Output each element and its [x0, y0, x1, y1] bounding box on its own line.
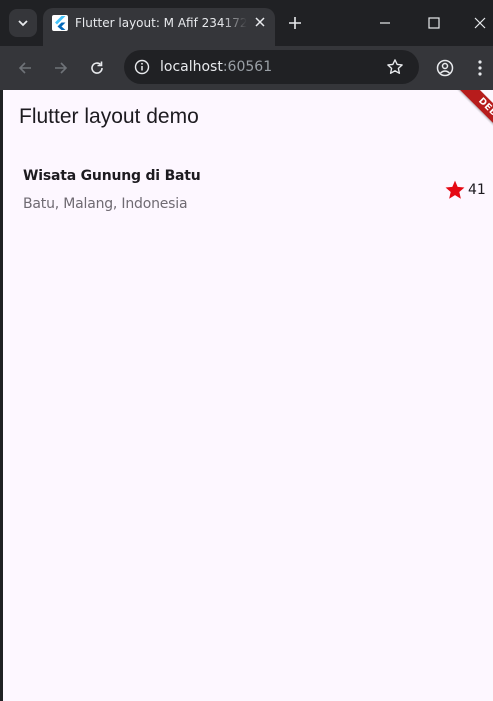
browser-tab[interactable]: Flutter layout: M Afif 2341720165	[43, 8, 275, 46]
app-viewport: Flutter layout demo Wisata Gunung di Bat…	[3, 90, 493, 701]
back-button[interactable]	[10, 53, 40, 83]
arrow-left-icon	[18, 62, 31, 74]
forward-button[interactable]	[46, 53, 76, 83]
address-bar[interactable]: localhost:60561	[124, 50, 419, 84]
reload-button[interactable]	[82, 53, 112, 83]
location-name: Wisata Gunung di Batu	[23, 168, 201, 184]
minimize-button[interactable]	[370, 9, 400, 37]
url-host: localhost	[160, 59, 223, 75]
star-outline-icon	[387, 59, 403, 74]
new-tab-button[interactable]	[283, 11, 307, 35]
debug-banner-label: DEBUG	[452, 90, 493, 154]
tab-title: Flutter layout: M Afif 2341720165	[75, 16, 247, 30]
chevron-down-icon	[18, 20, 28, 27]
arrow-right-icon	[55, 62, 68, 74]
close-icon	[255, 17, 265, 27]
maximize-button[interactable]	[419, 9, 449, 37]
profile-button[interactable]	[430, 53, 460, 83]
app-bar-title: Flutter layout demo	[19, 105, 199, 128]
tab-close-button[interactable]	[251, 13, 269, 31]
plus-icon	[289, 17, 301, 29]
location-subtitle: Batu, Malang, Indonesia	[23, 196, 188, 212]
maximize-icon	[428, 17, 440, 29]
url-port: :60561	[222, 59, 273, 75]
tab-search-button[interactable]	[9, 9, 37, 37]
minimize-icon	[380, 22, 390, 24]
profile-icon	[436, 59, 454, 77]
rating: 41	[444, 178, 486, 202]
browser-toolbar: localhost:60561	[0, 46, 493, 90]
browser-tabstrip: Flutter layout: M Afif 2341720165	[0, 0, 493, 46]
close-window-button[interactable]	[465, 9, 493, 37]
browser-menu-button[interactable]	[470, 53, 490, 83]
bookmark-button[interactable]	[383, 55, 407, 79]
close-icon	[474, 17, 486, 29]
url-text[interactable]: localhost:60561	[160, 59, 272, 75]
reload-icon	[91, 61, 103, 74]
flutter-logo-icon	[52, 15, 68, 31]
site-info-icon	[134, 59, 150, 75]
location-title-section: Wisata Gunung di Batu Batu, Malang, Indo…	[3, 150, 493, 230]
kebab-menu-icon	[478, 60, 482, 76]
rating-count: 41	[468, 182, 486, 198]
site-info-button[interactable]	[130, 55, 154, 79]
star-icon	[445, 180, 465, 199]
